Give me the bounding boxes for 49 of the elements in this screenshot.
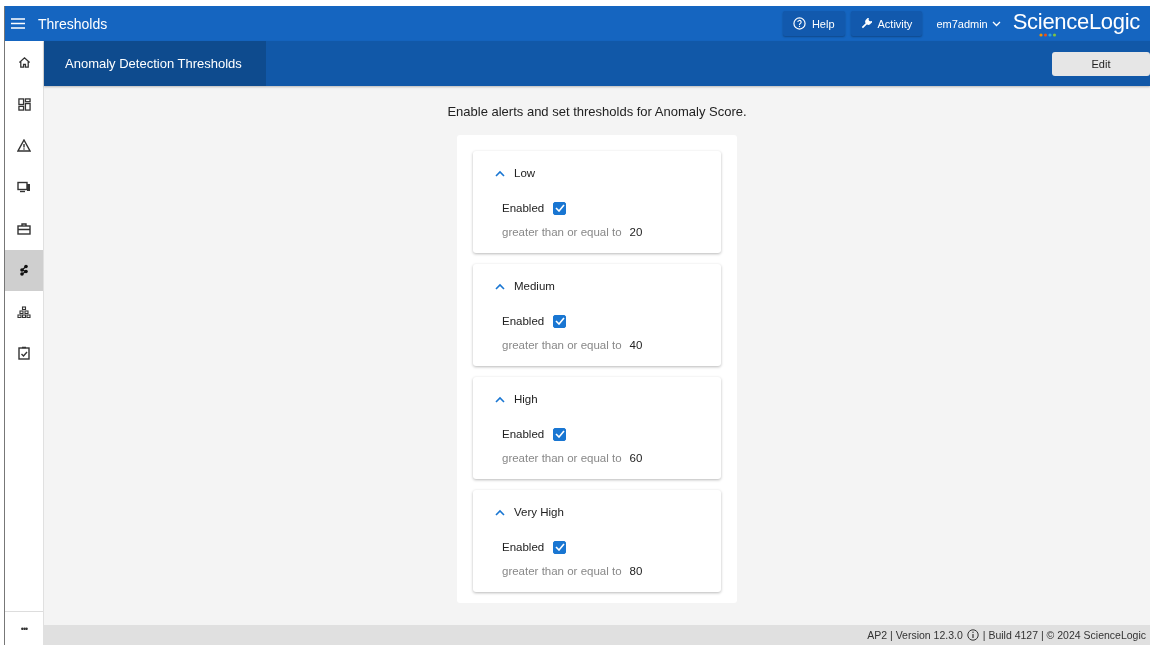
- toolbox-icon: [17, 222, 31, 236]
- devices-icon: [17, 181, 31, 194]
- dots-icon: [1038, 32, 1057, 37]
- logo: ScienceLogic: [1012, 10, 1140, 33]
- chevron-up-icon[interactable]: [495, 169, 505, 177]
- threshold-value: 40: [629, 339, 643, 351]
- build-text: | Build 4127 | © 2024 ScienceLogic: [982, 629, 1146, 641]
- chevron-up-icon[interactable]: [495, 395, 505, 403]
- threshold-value: 80: [629, 565, 643, 577]
- threshold-value: 20: [629, 226, 643, 238]
- enabled-label: Enabled: [502, 428, 545, 440]
- help-button[interactable]: Help: [782, 11, 845, 36]
- threshold-value: 60: [629, 452, 643, 464]
- menu-icon[interactable]: [11, 18, 25, 29]
- info-icon[interactable]: [966, 629, 979, 641]
- condition-label: greater than or equal to: [502, 339, 622, 351]
- enabled-label: Enabled: [502, 202, 545, 214]
- enabled-checkbox[interactable]: [553, 540, 567, 554]
- condition-label: greater than or equal to: [502, 565, 622, 577]
- level-name: Low: [514, 167, 536, 179]
- warning-icon: [17, 139, 31, 153]
- condition-label: greater than or equal to: [502, 226, 622, 238]
- dashboard-icon: [17, 97, 31, 111]
- home-icon: [17, 56, 31, 70]
- enabled-checkbox[interactable]: [553, 201, 567, 215]
- chevron-down-icon: [991, 20, 1001, 27]
- edit-button[interactable]: Edit: [1052, 51, 1150, 76]
- page-tab[interactable]: Anomaly Detection Thresholds: [44, 41, 266, 86]
- chevron-up-icon[interactable]: [495, 282, 505, 290]
- activity-button[interactable]: Activity: [850, 11, 923, 36]
- checklist-icon: [18, 346, 30, 361]
- version-text: AP2 | Version 12.3.0: [867, 629, 963, 641]
- level-name: Very High: [514, 506, 564, 518]
- enabled-checkbox[interactable]: [553, 427, 567, 441]
- condition-label: greater than or equal to: [502, 452, 622, 464]
- chevron-up-icon[interactable]: [495, 508, 505, 516]
- instructions-text: Enable alerts and set thresholds for Anomaly Score.: [447, 104, 747, 119]
- user-menu[interactable]: em7admin: [930, 16, 1007, 31]
- help-icon: [792, 17, 806, 30]
- wrench-icon: [860, 18, 872, 29]
- enabled-label: Enabled: [502, 315, 545, 327]
- nodes-icon: [19, 264, 29, 277]
- sidebar-item[interactable]: [5, 249, 43, 291]
- level-name: High: [514, 393, 538, 405]
- app-title: Thresholds: [38, 15, 108, 32]
- level-name: Medium: [514, 280, 555, 292]
- enabled-checkbox[interactable]: [553, 314, 567, 328]
- hierarchy-icon: [17, 305, 31, 318]
- enabled-label: Enabled: [502, 541, 545, 553]
